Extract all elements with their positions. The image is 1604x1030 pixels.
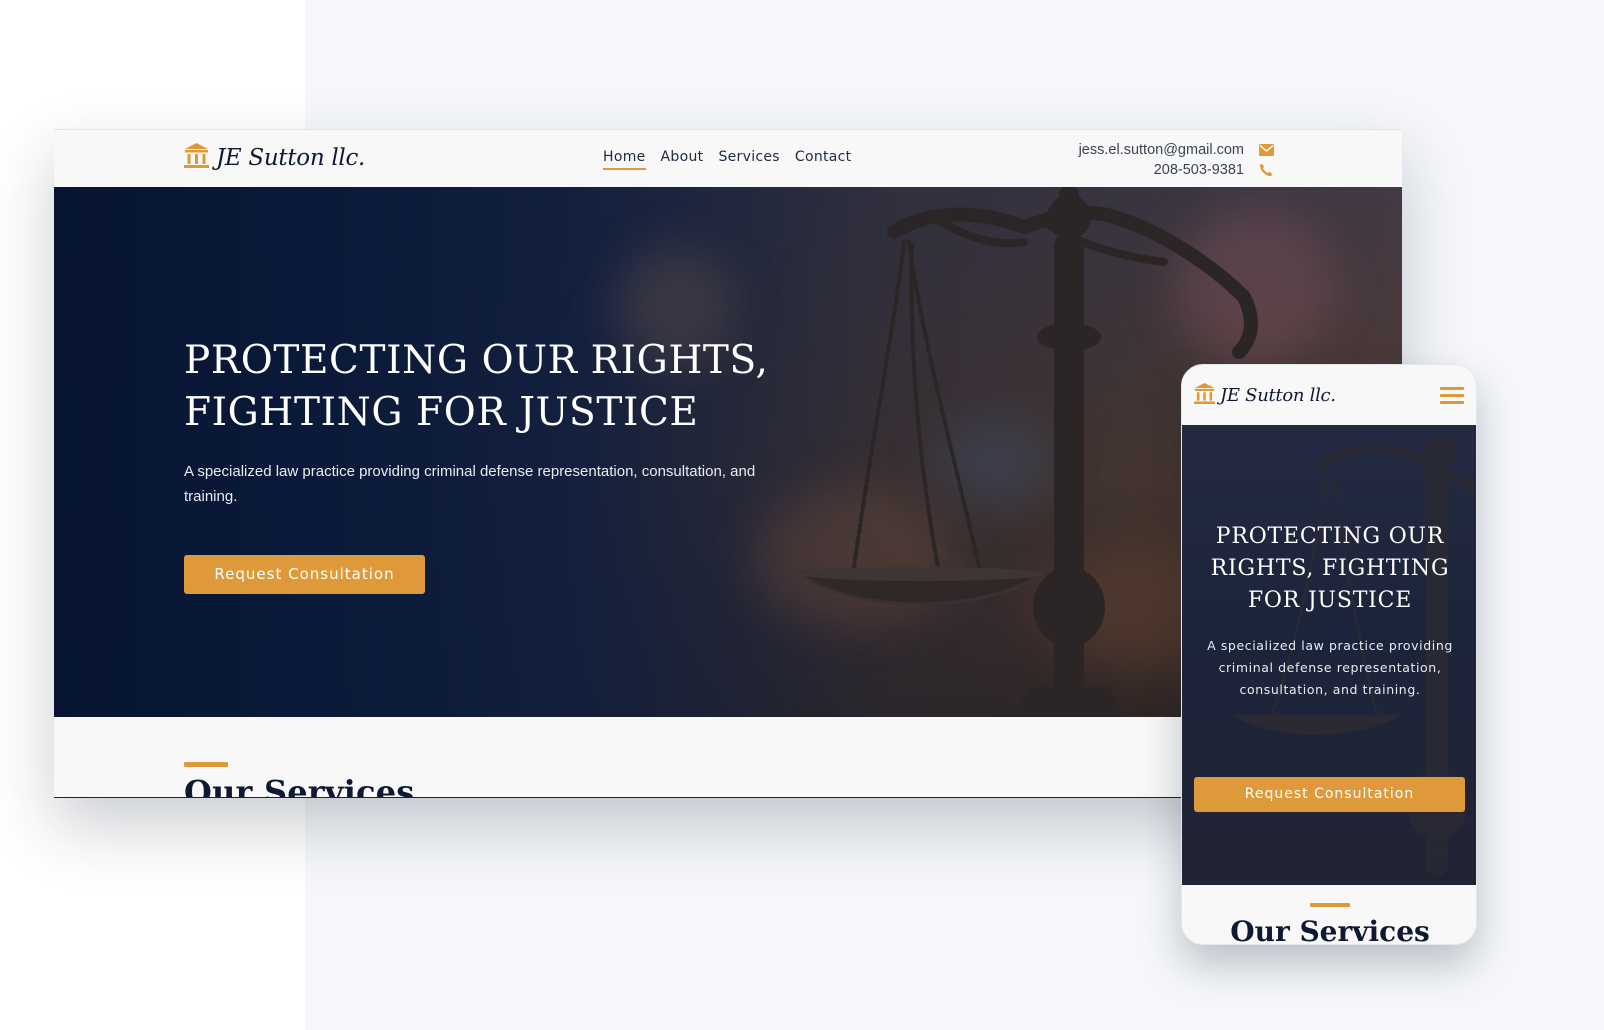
courthouse-icon — [1194, 382, 1215, 409]
nav-about[interactable]: About — [661, 149, 704, 170]
nav-services[interactable]: Services — [718, 149, 779, 170]
courthouse-icon — [184, 142, 209, 173]
hamburger-menu-icon[interactable] — [1440, 387, 1464, 405]
services-section: Our Services — [184, 762, 414, 798]
mobile-services-heading: Our Services — [1230, 915, 1430, 945]
email-text[interactable]: jess.el.sutton@gmail.com — [1079, 142, 1244, 158]
section-accent-bar — [1310, 903, 1350, 907]
desktop-logo[interactable]: JE Sutton llc. — [184, 142, 365, 173]
mobile-request-consultation-button[interactable]: Request Consultation — [1194, 777, 1465, 812]
header-contact: jess.el.sutton@gmail.com 208-503-9381 — [1079, 140, 1274, 180]
hero-subtitle: A specialized law practice providing cri… — [184, 463, 756, 505]
mobile-mockup: JE Sutton llc. PROTECTING OUR RIGHTS, FI… — [1181, 364, 1477, 945]
services-heading: Our Services — [184, 773, 415, 798]
mobile-hero: PROTECTING OUR RIGHTS, FIGHTING FOR JUST… — [1182, 425, 1476, 885]
mobile-hero-title: PROTECTING OUR RIGHTS, FIGHTING FOR JUST… — [1210, 524, 1450, 613]
hero-title-line-2: FIGHTING FOR JUSTICE — [184, 390, 699, 435]
mobile-services-section: Our Services — [1182, 903, 1476, 945]
hero-title-line-1: PROTECTING OUR RIGHTS, — [184, 338, 769, 383]
hero-title: PROTECTING OUR RIGHTS, FIGHTING FOR JUST… — [184, 335, 804, 439]
desktop-nav: Home About Services Contact — [603, 149, 866, 170]
mobile-header: JE Sutton llc. — [1182, 365, 1476, 425]
mail-icon — [1258, 143, 1274, 157]
logo-text: JE Sutton llc. — [1220, 385, 1336, 406]
desktop-hero-content: PROTECTING OUR RIGHTS, FIGHTING FOR JUST… — [184, 335, 804, 594]
email-row[interactable]: jess.el.sutton@gmail.com — [1079, 140, 1274, 160]
mobile-hero-content: PROTECTING OUR RIGHTS, FIGHTING FOR JUST… — [1182, 521, 1476, 701]
phone-row[interactable]: 208-503-9381 — [1079, 160, 1274, 180]
desktop-header: JE Sutton llc. Home About Services Conta… — [54, 130, 1402, 187]
phone-icon — [1258, 163, 1274, 177]
phone-text[interactable]: 208-503-9381 — [1154, 162, 1244, 178]
nav-contact[interactable]: Contact — [795, 149, 852, 170]
nav-home[interactable]: Home — [603, 149, 646, 170]
request-consultation-button[interactable]: Request Consultation — [184, 555, 425, 594]
mobile-hero-subtitle: A specialized law practice providing cri… — [1207, 638, 1453, 697]
mobile-logo[interactable]: JE Sutton llc. — [1194, 382, 1336, 409]
section-accent-bar — [184, 762, 228, 767]
logo-text: JE Sutton llc. — [216, 144, 366, 171]
